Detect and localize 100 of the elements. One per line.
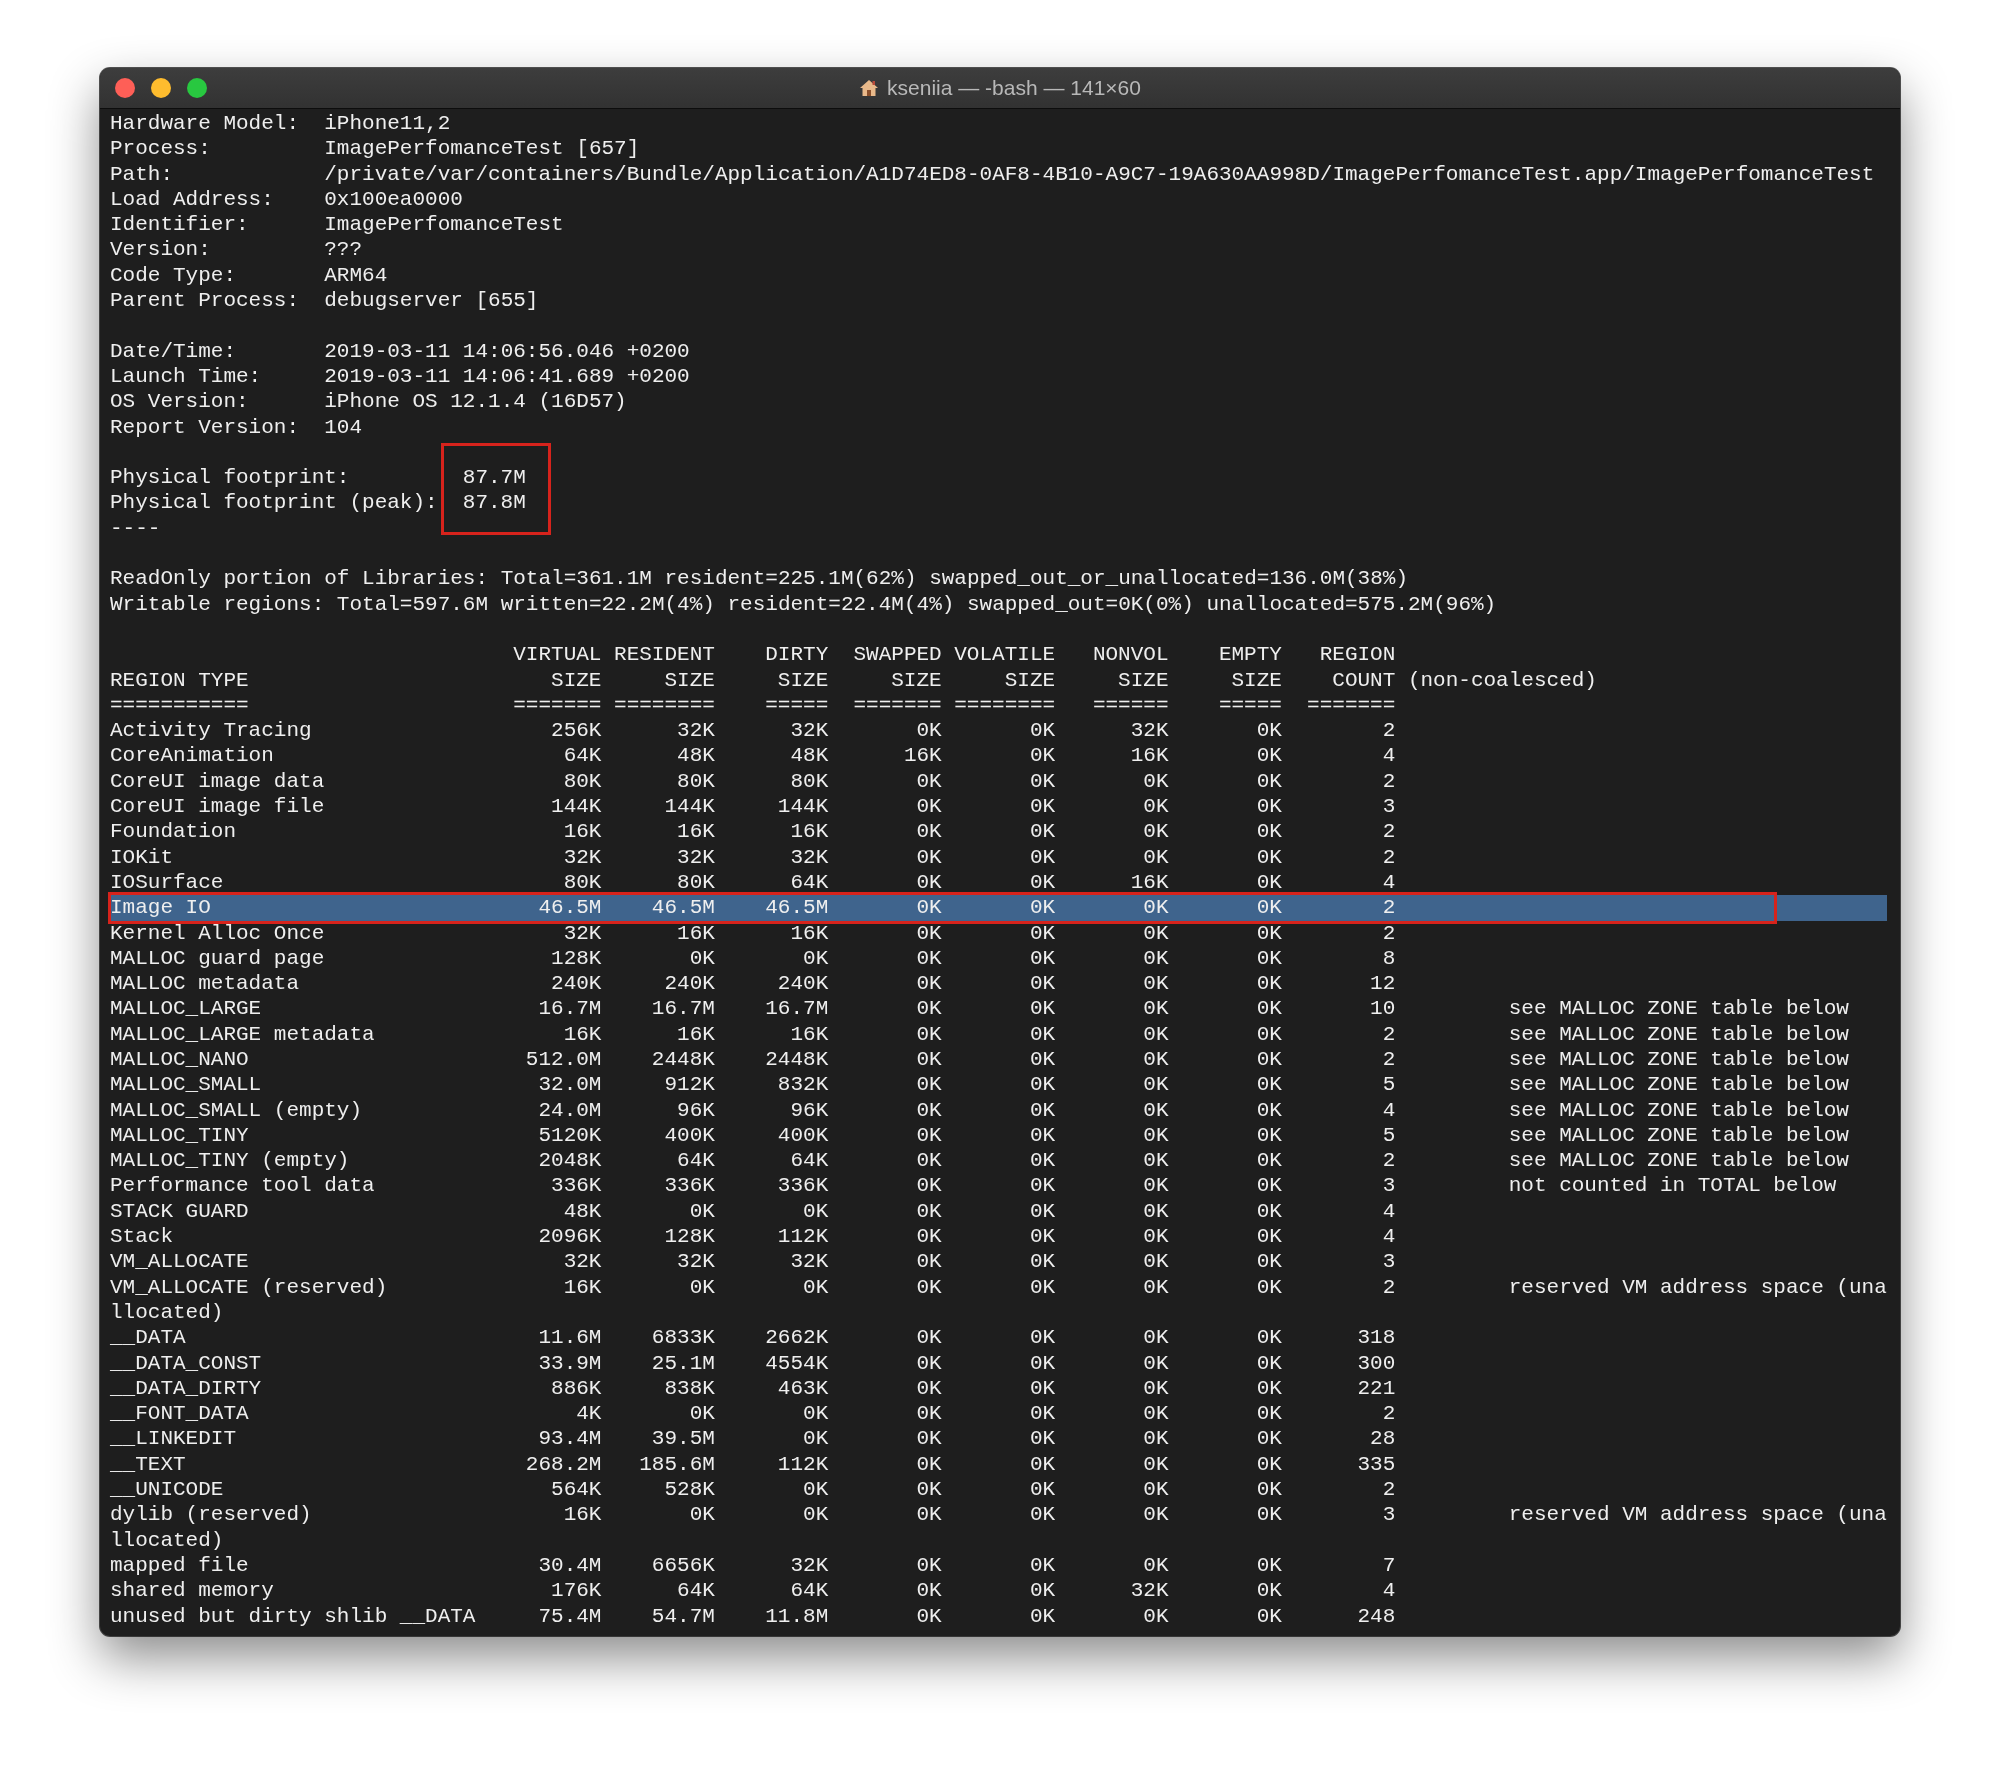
table-cell-text: 0K bbox=[915, 1173, 942, 1199]
table-cell-text: 248 bbox=[1356, 1603, 1396, 1629]
table-cell-text: 268.2M bbox=[524, 1451, 602, 1478]
table-cell-text: 0K bbox=[915, 819, 942, 845]
field-label: Report Version: bbox=[110, 414, 301, 440]
table-cell-text: 0K bbox=[1255, 869, 1282, 896]
table-cell-text: MALLOC_TINY (empty) bbox=[110, 1148, 351, 1174]
table-cell-text: 0K bbox=[915, 844, 942, 870]
close-button[interactable] bbox=[115, 78, 135, 98]
summary-text: ReadOnly portion of Libraries: Total=361.1M resident=225.1M(62%) swapped_out_or_unallocated=136.0M(38%) bbox=[110, 567, 1408, 591]
table-cell-text: IOSurface bbox=[110, 869, 225, 896]
table-cell-text: 39.5M bbox=[650, 1426, 715, 1452]
column-header: COUNT bbox=[1331, 667, 1396, 693]
table-cell-text: 0K bbox=[915, 1552, 942, 1579]
table-cell-text: 0K bbox=[915, 1477, 942, 1503]
table-cell-text: 0K bbox=[1142, 1451, 1169, 1478]
table-cell-text: 2 bbox=[1381, 768, 1396, 794]
table-cell-text: 2448K bbox=[764, 1047, 829, 1073]
table-cell-text: 128K bbox=[663, 1224, 715, 1250]
table-cell-text: 0K bbox=[1142, 1148, 1169, 1174]
table-cell-text: 144K bbox=[663, 794, 715, 820]
table-cell-text: 0K bbox=[1028, 1249, 1056, 1275]
table-cell-text: 0K bbox=[802, 945, 829, 972]
table-cell-text: 2 bbox=[1381, 718, 1396, 744]
table-cell-text: 0K bbox=[1142, 768, 1169, 794]
table-cell-text: MALLOC_LARGE metadata bbox=[110, 1021, 376, 1047]
table-cell-text: 2 bbox=[1381, 844, 1396, 870]
table-cell-text: 64K bbox=[676, 1148, 715, 1174]
table-cell-text: 0K bbox=[1142, 819, 1169, 845]
table-cell-text: 12 bbox=[1369, 971, 1396, 997]
table-cell-text: 0K bbox=[915, 1249, 942, 1275]
table-cell-text: 0K bbox=[1028, 718, 1056, 744]
table-cell-text: 512.0M bbox=[524, 1047, 602, 1073]
table-cell-text: 96K bbox=[676, 1097, 715, 1123]
table-cell-text: 0K bbox=[915, 1578, 942, 1604]
table-cell-text: 0K bbox=[1028, 920, 1056, 946]
table-cell-text: 80K bbox=[676, 768, 715, 794]
table-cell-text: 0K bbox=[1255, 1477, 1282, 1503]
table-cell-text: 0K bbox=[1028, 844, 1056, 870]
table-cell-text: 221 bbox=[1356, 1375, 1396, 1402]
table-cell-text: 3 bbox=[1381, 1173, 1396, 1199]
field-value: 104 bbox=[324, 414, 363, 440]
table-cell-text: 28 bbox=[1369, 1426, 1396, 1452]
table-cell-text: 0K bbox=[802, 1198, 829, 1225]
table-cell-text: Kernel Alloc Once bbox=[110, 920, 326, 946]
table-cell-text: 0K bbox=[688, 1401, 715, 1427]
table-cell-text: 0K bbox=[915, 1350, 942, 1376]
table-cell-text: 0K bbox=[1028, 1122, 1056, 1149]
table-cell-text: 336K bbox=[550, 1173, 602, 1199]
field-value: 0x100ea0000 bbox=[324, 186, 463, 213]
house-icon bbox=[859, 78, 880, 98]
table-cell-text: 0K bbox=[1028, 768, 1056, 794]
table-cell-text: 0K bbox=[915, 1603, 942, 1629]
table-cell-text: 4 bbox=[1381, 1198, 1396, 1225]
table-cell-text: 832K bbox=[776, 1072, 829, 1098]
table-cell-text: 0K bbox=[1142, 1325, 1169, 1351]
table-cell-text: 0K bbox=[915, 971, 942, 997]
table-cell-text: 0K bbox=[1255, 1502, 1282, 1528]
table-cell-text: 0K bbox=[1142, 1502, 1169, 1528]
separator-text: ---- bbox=[110, 516, 161, 540]
table-cell-text: 16K bbox=[789, 1021, 829, 1047]
table-cell-text: 0K bbox=[1255, 844, 1282, 870]
table-cell-text: 0K bbox=[1255, 1148, 1282, 1174]
zoom-button[interactable] bbox=[187, 78, 207, 98]
minimize-button[interactable] bbox=[151, 78, 171, 98]
header-rule: ===== bbox=[764, 692, 829, 719]
table-cell-text: 0K bbox=[1255, 819, 1282, 845]
table-cell-text: 96K bbox=[789, 1097, 829, 1123]
table-cell-text: 11.8M bbox=[764, 1603, 829, 1629]
table-cell-text: 32K bbox=[789, 718, 829, 744]
table-cell-text: 240K bbox=[550, 971, 602, 997]
table-cell-text: 3 bbox=[1381, 1502, 1396, 1528]
table-cell-text: 32K bbox=[789, 844, 829, 870]
table-cell-text: 0K bbox=[915, 920, 942, 946]
column-header: REGION TYPE bbox=[110, 667, 250, 693]
table-cell-text: 0K bbox=[1028, 1148, 1056, 1174]
table-cell-text: 2 bbox=[1381, 1477, 1396, 1503]
column-header: (non-coalesced) bbox=[1406, 667, 1598, 693]
table-cell-text: 2 bbox=[1381, 819, 1396, 845]
table-cell-text: 0K bbox=[688, 945, 715, 972]
field-value: ARM64 bbox=[324, 262, 388, 289]
table-cell-text: 0K bbox=[1255, 1578, 1282, 1604]
table-cell-text: 0K bbox=[1142, 1477, 1169, 1503]
table-cell-text: 335 bbox=[1356, 1451, 1396, 1478]
table-cell-text: 0K bbox=[1255, 1021, 1282, 1047]
table-cell-text: 0K bbox=[1028, 1426, 1056, 1452]
table-cell-text: MALLOC_LARGE bbox=[110, 996, 263, 1022]
table-cell-text: 0K bbox=[1255, 1198, 1282, 1225]
field-label: Parent Process: bbox=[110, 288, 301, 314]
table-cell-text: 0K bbox=[1142, 1552, 1169, 1579]
table-cell-text: 0K bbox=[1142, 1350, 1169, 1376]
column-header: VIRTUAL bbox=[512, 642, 602, 668]
table-cell-text: 0K bbox=[1255, 1451, 1282, 1478]
table-cell-text: 5 bbox=[1381, 1072, 1396, 1098]
note-text: see MALLOC ZONE table below bbox=[1507, 1021, 1850, 1047]
table-cell-text: 0K bbox=[915, 1274, 942, 1300]
table-cell-text: 0K bbox=[1255, 1401, 1282, 1427]
header-rule: ======== bbox=[613, 692, 715, 719]
table-cell-text: 2 bbox=[1381, 1274, 1396, 1300]
field-label: Version: bbox=[110, 237, 212, 263]
